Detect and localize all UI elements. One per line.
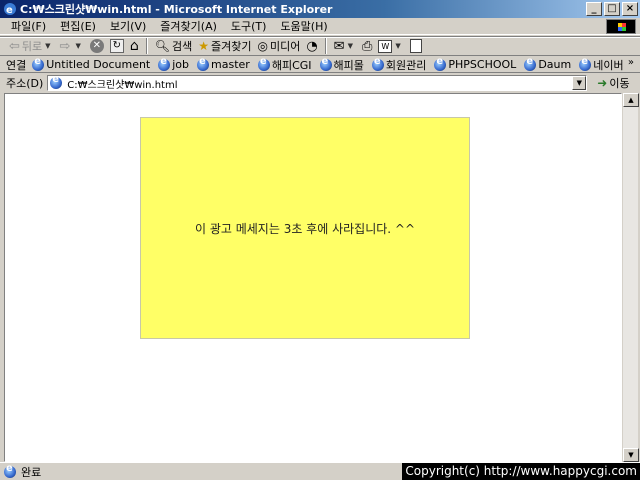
go-label: 이동 (609, 77, 630, 90)
page-icon (371, 56, 384, 71)
menu-tools[interactable]: 도구(T) (224, 18, 274, 34)
media-button[interactable]: ◎ 미디어 (254, 37, 303, 55)
mail-button[interactable]: ✉ ▼ (331, 37, 359, 55)
refresh-button[interactable]: ↻ (107, 37, 127, 55)
go-arrow-icon: ➜ (597, 76, 608, 90)
page-icon (524, 56, 537, 71)
address-value: C:₩스크린샷₩win.html (67, 79, 178, 91)
search-icon: 🔍︎ (154, 39, 170, 53)
status-text: 완료 (21, 465, 42, 479)
edit-button[interactable]: W ▼ (375, 37, 406, 55)
link-daum[interactable]: Daum (524, 56, 572, 71)
address-bar: 주소(D) C:₩스크린샷₩win.html ▼ ➜ 이동 (0, 74, 640, 92)
back-button[interactable]: ⇦ 뒤로 ▼ (6, 37, 57, 55)
link-label: 회원관리 (385, 58, 427, 72)
menu-help[interactable]: 도움말(H) (273, 18, 334, 34)
link-happymall[interactable]: 해피몰 (319, 56, 364, 73)
link-job[interactable]: job (158, 56, 190, 71)
link-untitled-document[interactable]: Untitled Document (32, 56, 151, 71)
link-label: 해피CGI (271, 58, 312, 72)
ad-popup-box: 이 광고 메세지는 3초 후에 사라집니다. ^^ (140, 117, 470, 339)
refresh-icon: ↻ (109, 39, 124, 53)
link-label: PHPSCHOOL (448, 58, 517, 71)
menu-edit[interactable]: 편집(E) (53, 18, 103, 34)
done-page-icon (4, 463, 16, 478)
forward-arrow-icon: ⇨ (59, 38, 71, 54)
link-master[interactable]: master (197, 56, 250, 71)
link-member-admin[interactable]: 회원관리 (371, 56, 427, 73)
address-dropdown-icon[interactable]: ▼ (572, 76, 587, 90)
link-label: 해피몰 (333, 58, 364, 72)
links-title: 연결 (6, 58, 27, 72)
page-icon (319, 56, 332, 71)
menu-file[interactable]: 파일(F) (4, 18, 53, 34)
ie-icon: e (3, 2, 17, 16)
window-title: C:₩스크린샷₩win.html - Microsoft Internet Ex… (20, 3, 333, 16)
page-icon (197, 56, 210, 71)
links-more-chevron-icon[interactable]: » (628, 57, 634, 68)
stop-button[interactable]: ✕ (87, 37, 107, 55)
title-bar: e C:₩스크린샷₩win.html - Microsoft Internet … (0, 0, 640, 18)
printer-icon: ⎙ (361, 38, 373, 54)
search-label: 검색 (171, 40, 193, 53)
mail-dropdown-icon[interactable]: ▼ (348, 42, 353, 50)
link-happycgi[interactable]: 해피CGI (257, 56, 312, 73)
page-icon (50, 74, 63, 89)
notes-icon (409, 39, 422, 53)
link-label: job (172, 58, 190, 71)
history-button[interactable]: ◔ (303, 37, 320, 55)
address-label: 주소(D) (6, 77, 44, 90)
page-icon (434, 56, 447, 71)
back-label: 뒤로 (21, 40, 43, 53)
svg-text:e: e (6, 5, 13, 16)
link-label: Daum (538, 58, 572, 71)
home-button[interactable]: ⌂ (127, 37, 142, 55)
vertical-scrollbar[interactable]: ▲ ▼ (622, 93, 639, 462)
minimize-button[interactable]: _ (586, 2, 602, 16)
forward-button[interactable]: ⇨ ▼ (57, 37, 87, 55)
link-label: master (211, 58, 250, 71)
mail-icon: ✉ (333, 38, 345, 54)
media-icon: ◎ (257, 39, 268, 53)
search-button[interactable]: 🔍︎ 검색 (152, 37, 195, 55)
back-dropdown-icon[interactable]: ▼ (45, 42, 50, 50)
link-label: Untitled Document (46, 58, 151, 71)
link-phpschool[interactable]: PHPSCHOOL (434, 56, 517, 71)
toolbar-separator (145, 38, 148, 54)
word-edit-icon: W (378, 39, 393, 53)
links-bar: 연결 Untitled Document job master 해피CGI 해피… (0, 56, 640, 73)
favorites-button[interactable]: ★ 즐겨찾기 (195, 37, 254, 55)
forward-dropdown-icon[interactable]: ▼ (75, 42, 80, 50)
stop-icon: ✕ (89, 39, 104, 53)
back-arrow-icon: ⇦ (9, 38, 20, 54)
ad-message: 이 광고 메세지는 3초 후에 사라집니다. ^^ (194, 221, 416, 236)
menu-view[interactable]: 보기(V) (103, 18, 153, 34)
menu-favorites[interactable]: 즐겨찾기(A) (153, 18, 224, 34)
page-icon (158, 56, 171, 71)
edit-dropdown-icon[interactable]: ▼ (395, 42, 400, 50)
page-icon (257, 56, 270, 71)
maximize-button[interactable]: □ (604, 2, 620, 16)
print-button[interactable]: ⎙ (359, 37, 375, 55)
scroll-up-arrow-icon[interactable]: ▲ (623, 93, 639, 107)
discuss-button[interactable] (407, 37, 425, 55)
close-button[interactable]: × (622, 2, 638, 16)
favorites-star-icon: ★ (198, 39, 209, 53)
address-input[interactable]: C:₩스크린샷₩win.html ▼ (47, 74, 588, 91)
link-label: 네이버 (593, 58, 624, 72)
menu-bar: 파일(F) 편집(E) 보기(V) 즐겨찾기(A) 도구(T) 도움말(H) (0, 18, 640, 35)
go-button[interactable]: ➜ 이동 (597, 75, 629, 91)
toolbar-separator (324, 38, 327, 54)
link-naver[interactable]: 네이버 (579, 56, 624, 73)
scroll-down-arrow-icon[interactable]: ▼ (623, 448, 639, 462)
toolbar: ⇦ 뒤로 ▼ ⇨ ▼ ✕ ↻ ⌂ 🔍︎ 검색 ★ 즐겨찾기 ◎ 미디어 ◔ ✉ … (0, 36, 640, 56)
page-icon (32, 56, 45, 71)
home-icon: ⌂ (129, 38, 139, 54)
copyright-overlay: Copyright(c) http://www.happycgi.com (402, 463, 640, 480)
page-icon (579, 56, 592, 71)
media-label: 미디어 (269, 40, 301, 53)
favorites-label: 즐겨찾기 (210, 40, 252, 53)
windows-logo-icon (606, 19, 636, 34)
history-icon: ◔ (306, 38, 318, 54)
